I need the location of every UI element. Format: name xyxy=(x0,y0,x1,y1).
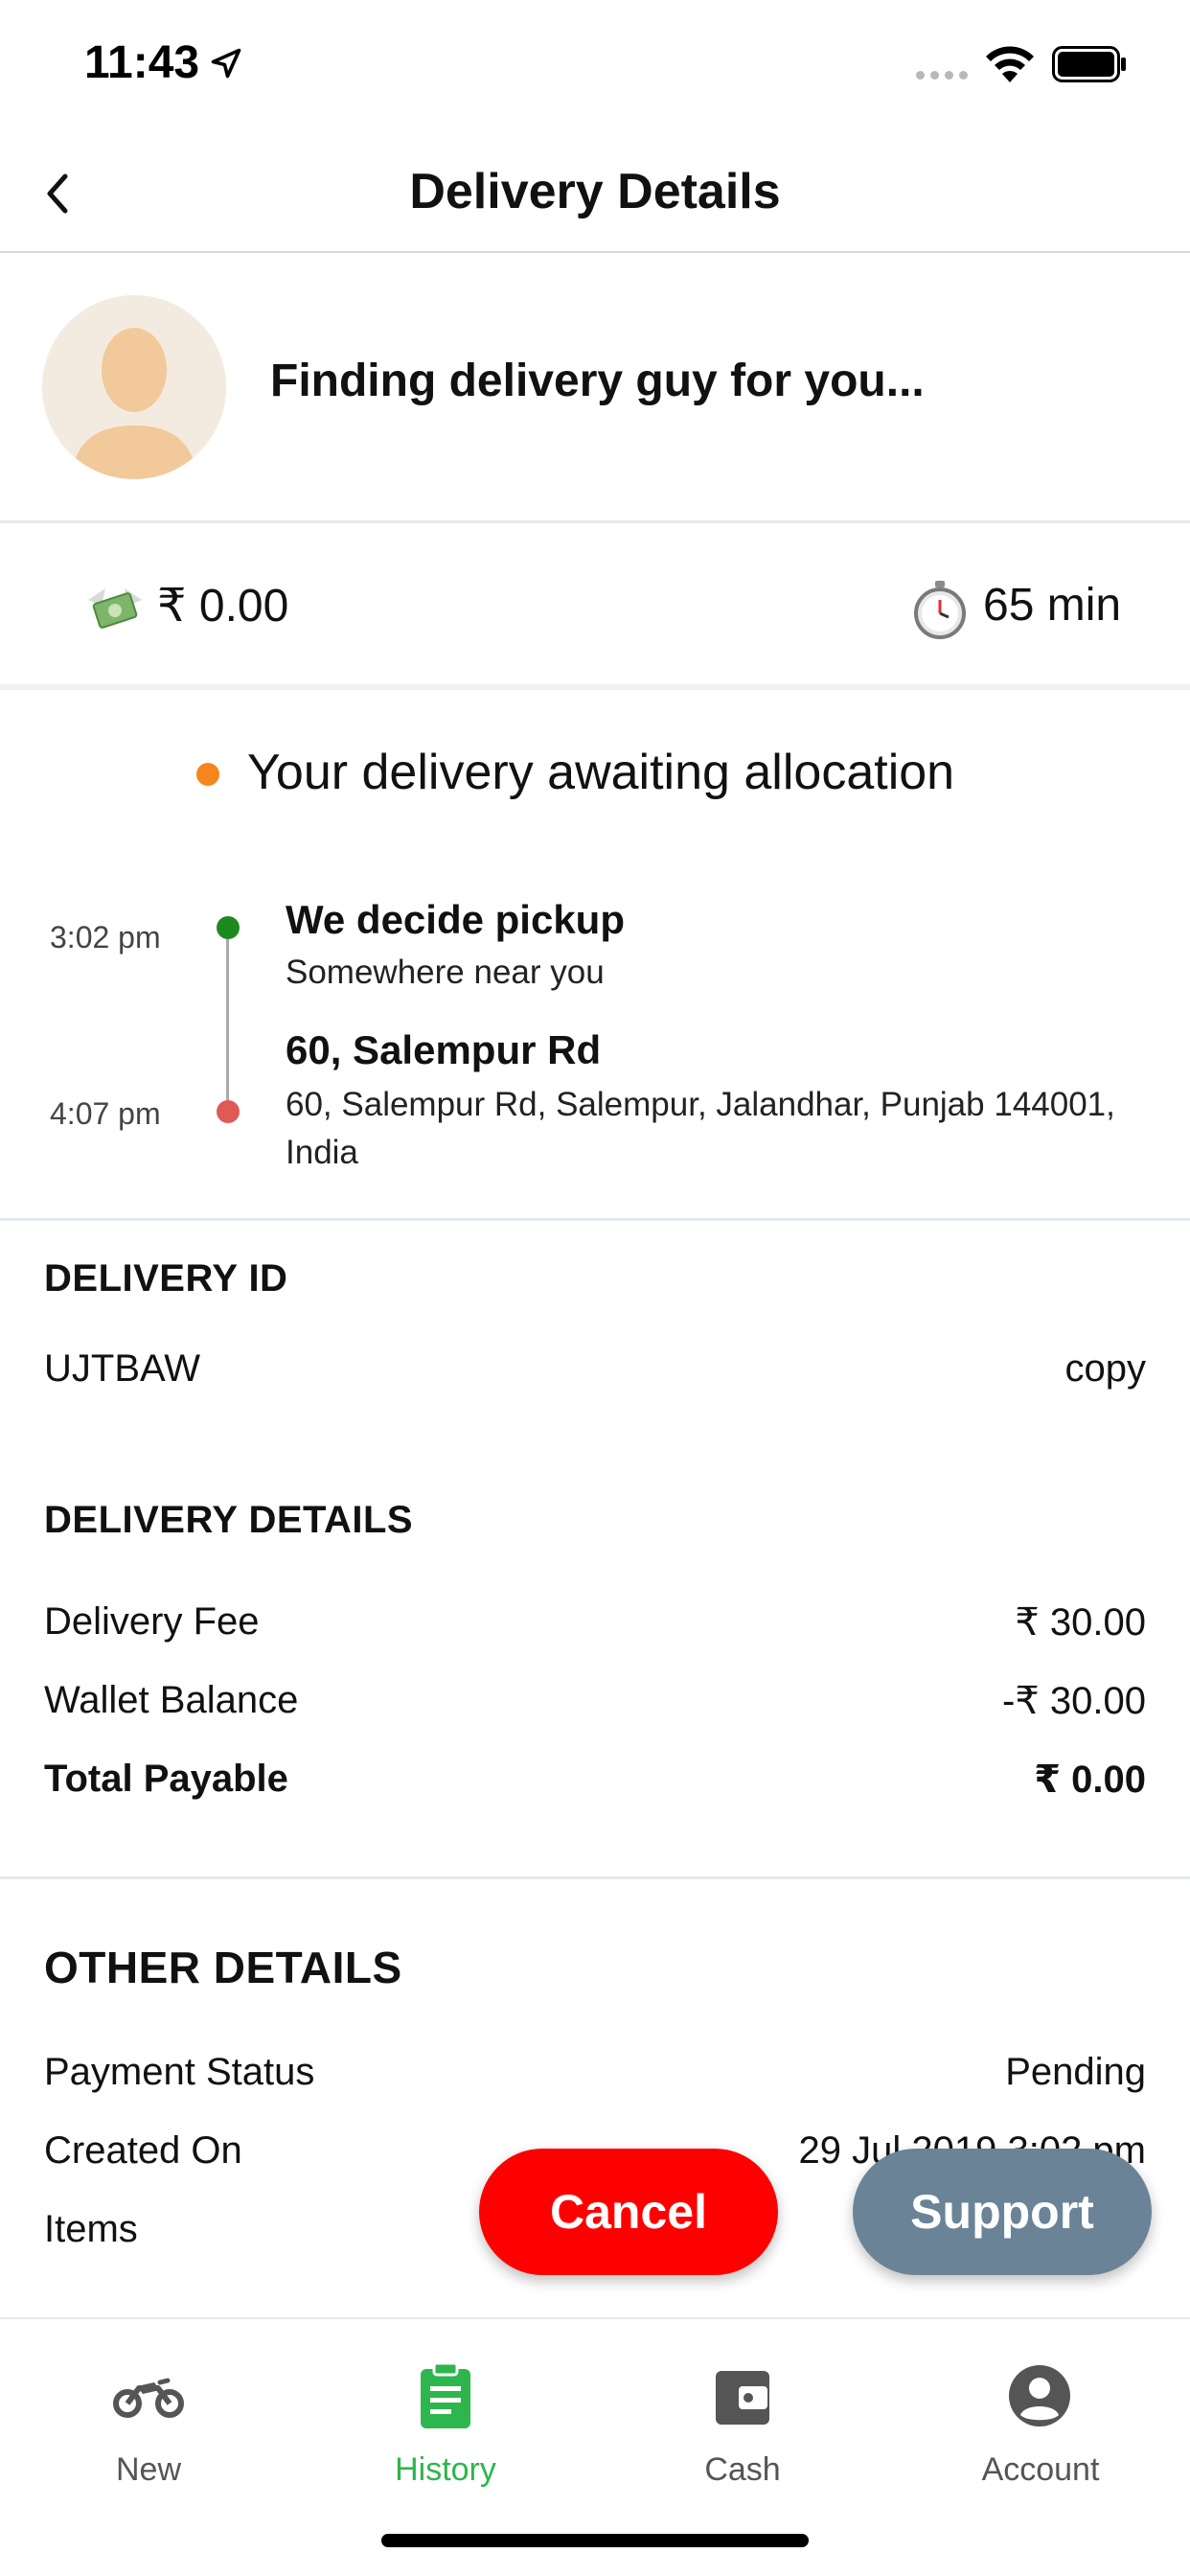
home-indicator xyxy=(381,2534,809,2547)
tab-label-cash: Cash xyxy=(704,2451,781,2488)
items-label: Items xyxy=(44,2208,138,2250)
drop-title: 60, Salempur Rd xyxy=(286,1027,602,1072)
tab-cash[interactable]: Cash xyxy=(594,2319,891,2511)
stopwatch-icon xyxy=(914,581,966,639)
clipboard-icon xyxy=(421,2361,470,2428)
cellular-signal-icon xyxy=(916,71,968,80)
wifi-icon xyxy=(986,46,1034,82)
location-arrow-icon xyxy=(211,48,241,79)
drop-address: 60, Salempur Rd, Salempur, Jalandhar, Pu… xyxy=(286,1086,1115,1171)
status-time: 11:43 xyxy=(84,37,200,88)
created-on-label: Created On xyxy=(44,2129,242,2172)
delivery-fee-value: ₹ 30.00 xyxy=(1015,1601,1146,1644)
fare-row: ₹ 0.00 65 min xyxy=(0,525,1190,690)
tab-label-history: History xyxy=(395,2451,496,2488)
page-title: Delivery Details xyxy=(409,164,781,219)
drop-time: 4:07 pm xyxy=(50,1096,161,1131)
eta-value: 65 min xyxy=(983,580,1122,631)
driver-section: Finding delivery guy for you... xyxy=(0,255,1190,523)
cancel-button[interactable]: Cancel xyxy=(479,2149,778,2275)
driver-avatar xyxy=(42,295,226,479)
battery-icon xyxy=(1052,46,1126,82)
pickup-dot xyxy=(217,916,240,939)
status-dot xyxy=(196,763,219,786)
total-payable-value: ₹ 0.00 xyxy=(1034,1759,1146,1801)
delivery-fee-label: Delivery Fee xyxy=(44,1600,260,1643)
other-details-heading: OTHER DETAILS xyxy=(44,1943,402,1992)
delivery-id-value: UJTBAW xyxy=(44,1347,200,1390)
pickup-time: 3:02 pm xyxy=(50,920,161,954)
copy-button[interactable]: copy xyxy=(1065,1347,1147,1391)
tab-history[interactable]: History xyxy=(297,2319,594,2511)
fare-amount: ₹ 0.00 xyxy=(157,581,289,632)
status-bar: 11:43 xyxy=(0,0,1190,134)
account-circle-icon xyxy=(1009,2365,1070,2426)
wallet-balance-label: Wallet Balance xyxy=(44,1679,299,1721)
tab-label-new: New xyxy=(115,2451,182,2488)
pickup-subtitle: Somewhere near you xyxy=(286,954,605,991)
delivery-id-heading: DELIVERY ID xyxy=(44,1257,288,1300)
support-button[interactable]: Support xyxy=(853,2149,1152,2275)
allocation-status: Your delivery awaiting allocation xyxy=(247,745,955,800)
payment-status-label: Payment Status xyxy=(44,2051,315,2093)
driver-status-text: Finding delivery guy for you... xyxy=(270,356,925,406)
nav-bar: Delivery Details xyxy=(0,134,1190,253)
timeline-line xyxy=(226,928,229,1116)
tab-label-account: Account xyxy=(981,2451,1100,2488)
money-with-wings-icon xyxy=(88,588,142,629)
pickup-title: We decide pickup xyxy=(286,897,625,942)
drop-dot xyxy=(217,1100,240,1123)
wallet-icon xyxy=(716,2371,769,2425)
wallet-balance-value: -₹ 30.00 xyxy=(1002,1680,1146,1722)
tab-account[interactable]: Account xyxy=(891,2319,1190,2511)
motorbike-icon xyxy=(113,2378,184,2418)
delivery-details-heading: DELIVERY DETAILS xyxy=(44,1499,414,1541)
total-payable-label: Total Payable xyxy=(44,1758,288,1800)
section-divider xyxy=(0,1876,1190,1879)
payment-status-value: Pending xyxy=(1005,2051,1146,2093)
allocation-section: Your delivery awaiting allocation 3:02 p… xyxy=(0,696,1190,1221)
tab-new[interactable]: New xyxy=(0,2319,297,2511)
